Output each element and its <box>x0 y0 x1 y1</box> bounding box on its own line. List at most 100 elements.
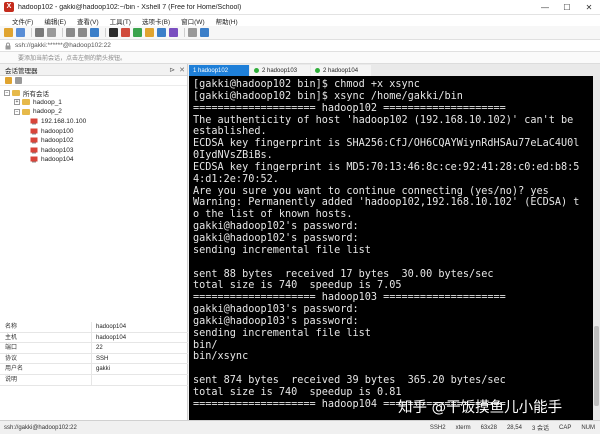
new-session-icon[interactable] <box>4 28 13 37</box>
terminal-line: gakki@hadoop103's password: <box>193 315 359 327</box>
session-properties: 名称 hadoop104 主机 hadoop104 端口 22 协议 SSH 用… <box>0 322 188 386</box>
terminal-line: sent 88 bytes received 17 bytes 30.00 by… <box>193 268 494 280</box>
session-manager: 会话管理器 ⊳ ✕ − 所有会话 + hadoop_1 − hadoop_2 1… <box>0 64 188 420</box>
help-icon[interactable] <box>200 28 209 37</box>
terminal-scrollbar[interactable] <box>593 76 600 420</box>
property-key: 说明 <box>0 374 92 385</box>
tab-label: 2 hadoop104 <box>323 67 359 74</box>
tree-host[interactable]: hadoop103 <box>0 146 188 156</box>
tree-host[interactable]: hadoop102 <box>0 136 188 146</box>
tree-group-label: hadoop_2 <box>33 108 62 116</box>
toolbar-divider <box>31 28 32 37</box>
disconnect-icon[interactable] <box>47 28 56 37</box>
tree-host-label: hadoop102 <box>41 137 74 145</box>
terminal-line: o the list of known hosts. <box>193 209 353 221</box>
tab-hadoop103[interactable]: 2 hadoop103 <box>250 65 310 76</box>
menu-view[interactable]: 查看(V) <box>77 16 99 26</box>
tree-host[interactable]: 192.168.10.100 <box>0 117 188 127</box>
connect-icon[interactable] <box>35 28 44 37</box>
terminal-line: [gakki@hadoop102 bin]$ chmod +x xsync <box>193 79 420 90</box>
fullscreen-icon[interactable] <box>188 28 197 37</box>
property-key: 端口 <box>0 343 92 353</box>
copy-icon[interactable] <box>66 28 75 37</box>
find-icon[interactable] <box>90 28 99 37</box>
paste-icon[interactable] <box>78 28 87 37</box>
tree-host[interactable]: hadoop100 <box>0 126 188 136</box>
terminal-icon[interactable] <box>109 28 118 37</box>
status-num: NUM <box>581 424 595 431</box>
terminal-line: established. <box>193 126 267 138</box>
scrollbar-thumb[interactable] <box>594 326 599 406</box>
keyboard-icon[interactable] <box>157 28 166 37</box>
session-manager-toolbar <box>0 76 187 86</box>
collapse-icon[interactable]: − <box>4 89 10 96</box>
property-row: 用户名 gakki <box>0 364 188 375</box>
address-input[interactable]: ssh://gakki:******@hadoop102:22 <box>15 42 600 49</box>
property-value <box>92 375 96 385</box>
properties-icon[interactable] <box>15 77 22 84</box>
close-icon[interactable]: ✕ <box>177 66 187 74</box>
address-bar: ssh://gakki:******@hadoop102:22 <box>0 40 600 52</box>
status-bar: ssh://gakki@hadoop102:22 SSH2 xterm 63x2… <box>0 420 600 434</box>
menu-help[interactable]: 帮助(H) <box>216 16 238 26</box>
tab-hadoop104[interactable]: 2 hadoop104 <box>311 65 371 76</box>
property-value: SSH <box>96 355 109 362</box>
toolbar-divider <box>105 28 106 37</box>
close-button[interactable]: ✕ <box>578 0 600 15</box>
session-icon <box>30 156 38 163</box>
tree-group-hadoop-1[interactable]: + hadoop_1 <box>0 98 188 108</box>
menu-tab[interactable]: 选项卡(B) <box>142 16 170 26</box>
tree-group-hadoop-2[interactable]: − hadoop_2 <box>0 107 188 117</box>
folder-icon <box>22 99 30 106</box>
property-row: 名称 hadoop104 <box>0 322 188 333</box>
status-term: xterm <box>455 424 471 431</box>
lock-icon[interactable] <box>145 28 154 37</box>
tree-host-label: hadoop103 <box>41 146 74 154</box>
collapse-icon[interactable]: − <box>14 108 20 115</box>
maximize-button[interactable]: ☐ <box>556 0 578 15</box>
terminal[interactable]: [gakki@hadoop102 bin]$ chmod +x xsync [ga… <box>189 76 593 420</box>
session-icon <box>30 147 38 154</box>
property-row: 协议 SSH <box>0 353 188 365</box>
tree-host-label: 192.168.10.100 <box>41 118 87 126</box>
session-manager-header: 会话管理器 ⊳ ✕ <box>0 64 187 76</box>
font-icon[interactable] <box>121 28 130 37</box>
menu-bar: 文件(F) 编辑(E) 查看(V) 工具(T) 选项卡(B) 窗口(W) 帮助(… <box>0 15 600 26</box>
new-folder-icon[interactable] <box>5 77 12 84</box>
terminal-line: gakki@hadoop103's password: <box>193 304 359 316</box>
menu-edit[interactable]: 编辑(E) <box>44 16 66 26</box>
menu-file[interactable]: 文件(F) <box>12 16 33 26</box>
connected-status-icon <box>254 68 259 73</box>
property-row: 端口 22 <box>0 343 188 354</box>
window-title: hadoop102 - gakki@hadoop102:~/bin - Xshe… <box>18 3 242 11</box>
terminal-line: ==================== hadoop102 =========… <box>193 102 506 114</box>
pin-icon[interactable]: ⊳ <box>167 66 177 74</box>
tree-root[interactable]: − 所有会话 <box>0 88 188 98</box>
status-caps: CAP <box>558 424 572 431</box>
minimize-button[interactable]: — <box>534 0 556 15</box>
property-row: 说明 <box>0 374 188 386</box>
tree-host[interactable]: hadoop104 <box>0 155 188 165</box>
property-key: 协议 <box>0 353 92 364</box>
terminal-line: bin/ <box>193 339 218 351</box>
terminal-line: Warning: Permanently added 'hadoop102,19… <box>193 197 580 209</box>
menu-tools[interactable]: 工具(T) <box>110 16 131 26</box>
open-session-icon[interactable] <box>16 28 25 37</box>
globe-icon[interactable] <box>133 28 142 37</box>
tree-group-label: hadoop_1 <box>33 98 62 106</box>
transfer-icon[interactable] <box>169 28 178 37</box>
toolbar <box>0 26 600 40</box>
tab-hadoop102[interactable]: 1 hadoop102 <box>189 65 249 76</box>
property-value: hadoop104 <box>96 324 127 330</box>
terminal-line: gakki@hadoop102's password: <box>193 221 359 233</box>
expand-icon[interactable]: + <box>14 99 20 106</box>
terminal-line: 4:d1:2e:70:52. <box>193 173 279 185</box>
status-size: 63x28 <box>480 424 497 431</box>
menu-window[interactable]: 窗口(W) <box>181 16 204 26</box>
folder-icon <box>22 108 30 115</box>
tab-label: 1 hadoop102 <box>193 67 229 74</box>
tree-host-label: hadoop100 <box>41 127 74 135</box>
property-value: 22 <box>96 345 103 352</box>
session-tree: − 所有会话 + hadoop_1 − hadoop_2 192.168.10.… <box>0 88 188 165</box>
